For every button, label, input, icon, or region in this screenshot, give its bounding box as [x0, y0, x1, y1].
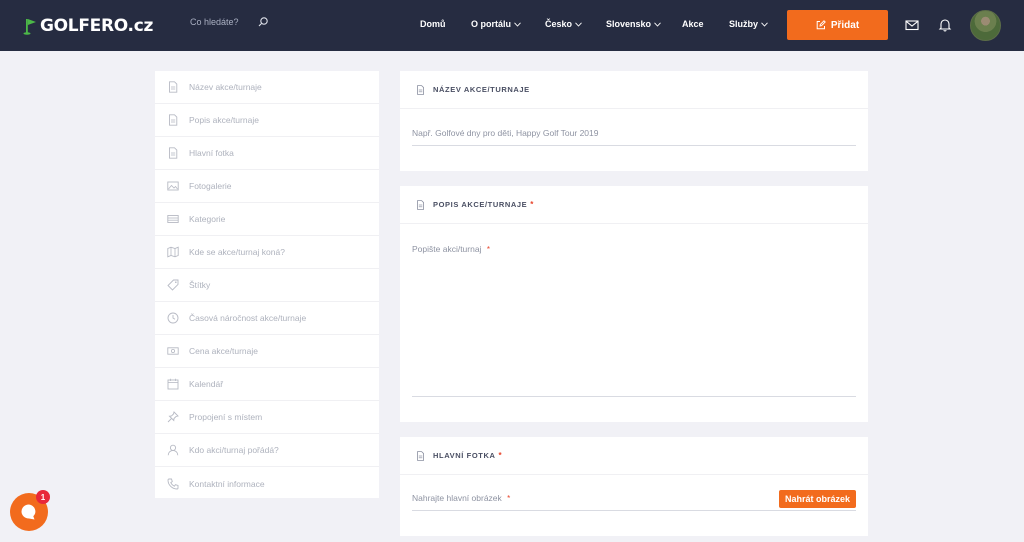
chat-bubble-icon	[21, 504, 36, 520]
event-description-textarea[interactable]: Popište akci/turnaj *	[412, 244, 856, 397]
logo[interactable]: GOLFERO.cz	[23, 16, 153, 36]
nav-label: Akce	[682, 19, 704, 29]
required-mark: *	[530, 200, 534, 209]
mail-icon[interactable]	[905, 18, 919, 32]
sidebar-item-label: Hlavní fotka	[189, 148, 234, 158]
card-popis: Popis akce/turnaje * Popište akci/turnaj…	[400, 186, 868, 422]
notification-badge: 1	[36, 490, 50, 504]
chevron-down-icon	[761, 21, 768, 27]
map-icon	[167, 246, 179, 258]
required-mark: *	[507, 494, 511, 503]
bell-icon[interactable]	[938, 18, 952, 32]
sidebar-item-label: Propojení s místem	[189, 412, 263, 422]
list-icon	[167, 215, 179, 223]
card-title: Hlavní fotka	[433, 451, 496, 460]
sidebar-item-hlavni-fotka[interactable]: Hlavní fotka	[155, 137, 379, 170]
phone-icon	[167, 478, 179, 489]
sidebar-item-label: Časová náročnost akce/turnaje	[189, 313, 307, 323]
clock-icon	[167, 312, 179, 324]
nav-item-o-portalu[interactable]: O portálu	[471, 19, 521, 29]
user-icon	[167, 444, 179, 456]
required-mark: *	[498, 451, 502, 460]
nav-label: Slovensko	[606, 19, 652, 29]
add-button[interactable]: Přidat	[787, 10, 888, 40]
sidebar-item-kde[interactable]: Kde se akce/turnaj koná?	[155, 236, 379, 269]
event-name-input[interactable]: Např. Golfové dny pro děti, Happy Golf T…	[412, 128, 856, 146]
card-header: Název akce/turnaje	[400, 71, 868, 109]
sidebar-item-kalendar[interactable]: Kalendář	[155, 368, 379, 401]
nav-label: Služby	[729, 19, 759, 29]
nav-item-sluzby[interactable]: Služby	[729, 19, 768, 29]
card-nazev: Název akce/turnaje Např. Golfové dny pro…	[400, 71, 868, 171]
nav-label: Česko	[545, 19, 573, 29]
search[interactable]: Co hledáte?	[190, 17, 268, 27]
nav-item-cesko[interactable]: Česko	[545, 19, 582, 29]
image-icon	[167, 181, 179, 191]
card-header: Popis akce/turnaje *	[400, 186, 868, 224]
sidebar-item-label: Název akce/turnaje	[189, 82, 262, 92]
calendar-icon	[167, 378, 179, 390]
chevron-down-icon	[654, 21, 661, 27]
sidebar-item-fotogalerie[interactable]: Fotogalerie	[155, 170, 379, 203]
upload-image-button[interactable]: Nahrát obrázek	[779, 490, 856, 508]
document-icon	[169, 81, 178, 93]
money-icon	[167, 347, 179, 355]
event-name-placeholder: Např. Golfové dny pro děti, Happy Golf T…	[412, 128, 599, 138]
sidebar-item-kontakt[interactable]: Kontaktní informace	[155, 467, 379, 500]
sidebar-item-popis[interactable]: Popis akce/turnaje	[155, 104, 379, 137]
card-hlavni-fotka: Hlavní fotka * Nahrajte hlavní obrázek *…	[400, 437, 868, 536]
nav-item-slovensko[interactable]: Slovensko	[606, 19, 661, 29]
tag-icon	[167, 279, 179, 291]
add-button-label: Přidat	[830, 19, 860, 31]
card-title: Popis akce/turnaje	[433, 200, 528, 209]
upload-button-label: Nahrát obrázek	[784, 494, 851, 504]
search-placeholder[interactable]: Co hledáte?	[190, 17, 239, 27]
sidebar-item-label: Kde se akce/turnaj koná?	[189, 247, 285, 257]
sidebar-item-label: Popis akce/turnaje	[189, 115, 259, 125]
golf-flag-icon	[23, 19, 36, 35]
nav-label: O portálu	[471, 19, 511, 29]
main-photo-placeholder: Nahrajte hlavní obrázek	[412, 493, 502, 503]
nav-item-domu[interactable]: Domů	[420, 19, 446, 29]
sidebar-item-nazev[interactable]: Název akce/turnaje	[155, 71, 379, 104]
sidebar-item-label: Fotogalerie	[189, 181, 232, 191]
document-icon	[417, 450, 424, 461]
avatar[interactable]	[970, 10, 1001, 41]
logo-text: GOLFERO.cz	[40, 16, 154, 36]
sidebar-item-kdo-porada[interactable]: Kdo akci/turnaj pořádá?	[155, 434, 379, 467]
sidebar-item-cena[interactable]: Cena akce/turnaje	[155, 335, 379, 368]
nav-label: Domů	[420, 19, 446, 29]
sidebar-item-stitky[interactable]: Štítky	[155, 269, 379, 302]
required-mark: *	[486, 245, 490, 254]
sidebar-item-label: Kalendář	[189, 379, 224, 389]
sidebar-item-casova-narocnost[interactable]: Časová náročnost akce/turnaje	[155, 302, 379, 335]
document-icon	[169, 114, 178, 126]
sidebar-item-label: Kategorie	[189, 214, 226, 224]
card-title: Název akce/turnaje	[433, 85, 530, 94]
top-navbar: GOLFERO.cz Co hledáte? Domů O portálu Če…	[0, 0, 1024, 51]
document-icon	[169, 147, 178, 159]
document-icon	[417, 84, 424, 95]
sidebar-item-label: Kontaktní informace	[189, 478, 265, 489]
chevron-down-icon	[575, 21, 582, 27]
nav-item-akce[interactable]: Akce	[682, 19, 704, 29]
sidebar-item-label: Štítky	[189, 280, 211, 290]
search-icon[interactable]	[258, 17, 268, 27]
edit-icon	[816, 20, 826, 30]
card-header: Hlavní fotka *	[400, 437, 868, 475]
sidebar-item-kategorie[interactable]: Kategorie	[155, 203, 379, 236]
event-description-placeholder: Popište akci/turnaj	[412, 244, 482, 254]
chevron-down-icon	[514, 21, 521, 27]
sidebar-item-propojeni[interactable]: Propojení s místem	[155, 401, 379, 434]
document-icon	[417, 199, 424, 210]
sidebar-item-label: Cena akce/turnaje	[189, 346, 258, 356]
sidebar-item-label: Kdo akci/turnaj pořádá?	[189, 445, 279, 455]
pin-icon	[167, 411, 179, 423]
form-section-sidebar: Název akce/turnaje Popis akce/turnaje Hl…	[155, 71, 379, 498]
